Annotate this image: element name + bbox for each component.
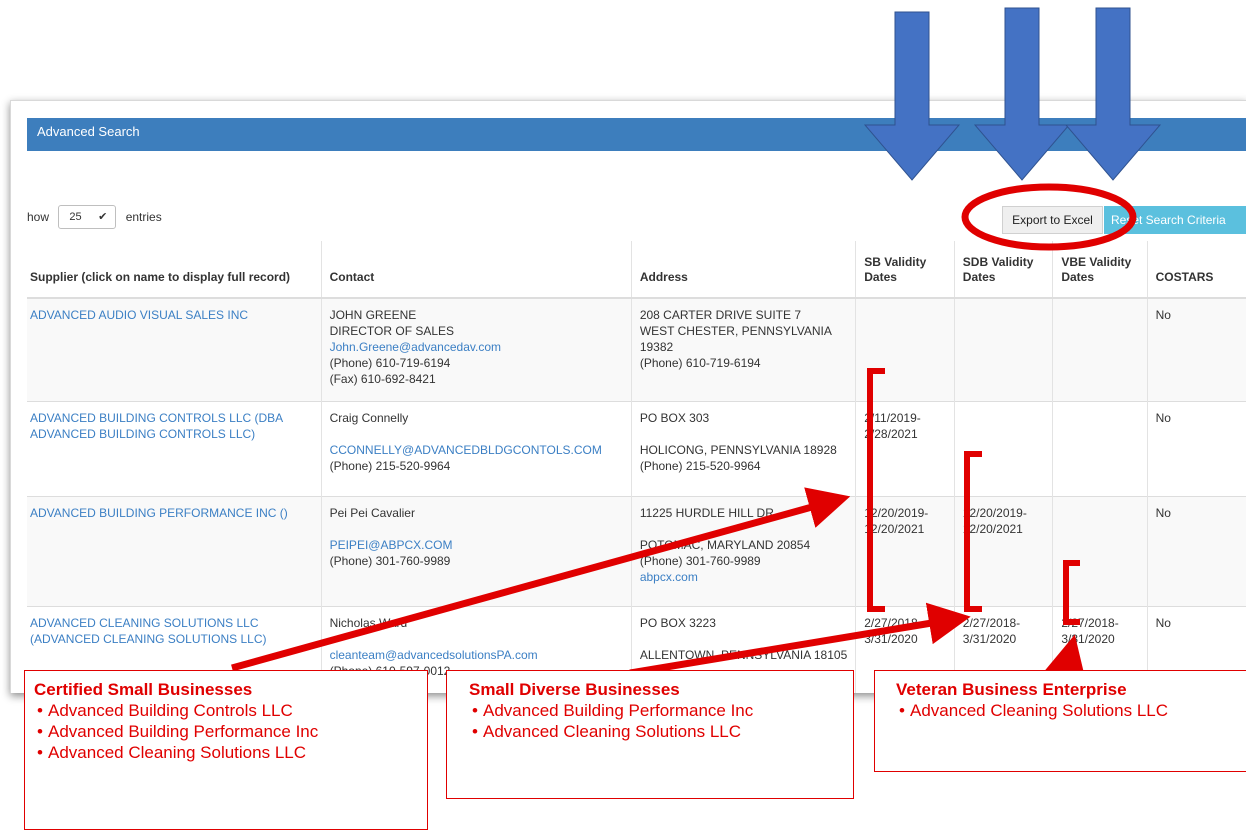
table-row: ADVANCED AUDIO VISUAL SALES INC JOHN GRE… xyxy=(27,297,1246,401)
callout-veteran-business-enterprise: Veteran Business Enterprise • Advanced Cl… xyxy=(874,670,1246,772)
list-item-text: Advanced Building Controls LLC xyxy=(48,701,293,720)
sdb-validity-dates xyxy=(953,297,1053,401)
list-item: • Advanced Building Performance Inc xyxy=(469,700,843,721)
callout-list: • Advanced Building Performance Inc • Adva… xyxy=(469,700,843,742)
page-length-control: how 25 ✔ entries xyxy=(27,205,162,229)
vbe-validity-dates xyxy=(1052,297,1148,401)
contact-email-link[interactable]: cleanteam@advancedsolutionsPA.com xyxy=(330,647,623,663)
costars-value: No xyxy=(1146,297,1246,401)
contact-name: Nicholas Ward xyxy=(329,615,408,630)
contact-phone: (Phone) 215-520-9964 xyxy=(329,458,451,473)
address-city-state: HOLICONG, PENNSYLVANIA 18928 xyxy=(639,442,837,457)
list-item-text: Advanced Building Performance Inc xyxy=(483,701,754,720)
callout-list: • Advanced Building Controls LLC • Advance… xyxy=(34,700,417,763)
address-spacer xyxy=(640,521,847,537)
search-results-screenshot: Advanced Search how 25 ✔ entries Export … xyxy=(10,100,1246,693)
bullet: • xyxy=(899,701,905,720)
list-item-text: Advanced Building Performance Inc xyxy=(48,722,319,741)
callout-title: Certified Small Businesses xyxy=(34,680,253,699)
list-item: • Advanced Cleaning Solutions LLC xyxy=(34,742,417,763)
chevron-down-icon: ✔ xyxy=(98,211,108,223)
column-header-supplier[interactable]: Supplier (click on name to display full … xyxy=(27,241,322,299)
contact-name: Pei Pei Cavalier xyxy=(329,505,415,520)
table-row: ADVANCED BUILDING PERFORMANCE INC () Pei… xyxy=(27,495,1246,606)
contact-email-link[interactable]: PEIPEI@ABPCX.COM xyxy=(330,537,623,553)
column-header-address[interactable]: Address xyxy=(630,241,856,299)
address-phone: (Phone) 301-760-9989 xyxy=(639,553,761,568)
address-phone: (Phone) 215-520-9964 xyxy=(639,458,761,473)
entries-select[interactable]: 25 ✔ xyxy=(58,205,117,229)
address-city-state: POTOMAC, MARYLAND 20854 xyxy=(639,537,811,552)
supplier-link[interactable]: ADVANCED AUDIO VISUAL SALES INC xyxy=(30,308,248,322)
entries-select-value: 25 xyxy=(69,211,82,223)
list-item-text: Advanced Cleaning Solutions LLC xyxy=(48,743,307,762)
callout-certified-small-businesses: Certified Small Businesses • Advanced Bui… xyxy=(24,670,428,830)
sdb-validity-dates: 12/20/2019-12/20/2021 xyxy=(953,495,1053,606)
contact-phone: (Phone) 610-719-6194 xyxy=(329,356,451,370)
contact-name: Craig Connelly xyxy=(329,410,409,425)
bullet: • xyxy=(472,701,478,720)
table-header-row: Supplier (click on name to display full … xyxy=(27,241,1246,299)
column-header-vbe-validity[interactable]: VBE Validity Dates xyxy=(1052,241,1148,299)
contact-email-link[interactable]: John.Greene@advancedav.com xyxy=(330,339,623,355)
costars-value: No xyxy=(1146,495,1246,606)
reset-search-criteria-button[interactable]: Reset Search Criteria xyxy=(1104,206,1246,234)
sb-validity-dates: 2/11/2019-2/28/2021 xyxy=(855,400,955,496)
list-item: • Advanced Cleaning Solutions LLC xyxy=(469,721,843,742)
contact-phone: (Phone) 301-760-9989 xyxy=(329,553,451,568)
column-header-sb-validity[interactable]: SB Validity Dates xyxy=(855,241,955,299)
sb-validity-dates xyxy=(855,297,955,401)
address-line: 11225 HURDLE HILL DR xyxy=(639,505,774,520)
address-line: PO BOX 303 xyxy=(639,410,710,425)
contact-spacer xyxy=(330,631,623,647)
sb-validity-dates: 12/20/2019-12/20/2021 xyxy=(855,495,955,606)
table-row: ADVANCED BUILDING CONTROLS LLC (DBA ADVA… xyxy=(27,400,1246,496)
callout-title: Veteran Business Enterprise xyxy=(896,680,1127,699)
bullet: • xyxy=(37,722,43,741)
callout-small-diverse-businesses: Small Diverse Businesses • Advanced Build… xyxy=(446,670,854,799)
entries-label: entries xyxy=(125,210,162,224)
address-phone: (Phone) 610-719-6194 xyxy=(639,356,761,370)
costars-value: No xyxy=(1146,400,1246,496)
supplier-link[interactable]: ADVANCED BUILDING CONTROLS LLC (DBA ADVA… xyxy=(30,411,283,441)
list-item-text: Advanced Cleaning Solutions LLC xyxy=(483,722,742,741)
address-city-state: ALLENTOWN, PENNSYLVANIA 18105 xyxy=(639,647,848,662)
list-item: • Advanced Building Controls LLC xyxy=(34,700,417,721)
address-line: PO BOX 3223 xyxy=(639,615,716,630)
supplier-link[interactable]: ADVANCED BUILDING PERFORMANCE INC () xyxy=(30,506,288,520)
address-line: 208 CARTER DRIVE SUITE 7 xyxy=(639,308,801,322)
list-item: • Advanced Cleaning Solutions LLC xyxy=(896,700,1236,721)
sdb-validity-dates xyxy=(953,400,1053,496)
callout-list: • Advanced Cleaning Solutions LLC xyxy=(896,700,1236,721)
bullet: • xyxy=(37,701,43,720)
vbe-validity-dates xyxy=(1052,400,1148,496)
website-link[interactable]: abpcx.com xyxy=(640,569,847,585)
supplier-link[interactable]: ADVANCED CLEANING SOLUTIONS LLC (ADVANCE… xyxy=(30,616,267,646)
contact-fax: (Fax) 610-692-8421 xyxy=(329,372,436,386)
column-header-contact[interactable]: Contact xyxy=(320,241,632,299)
contact-spacer xyxy=(330,521,623,537)
contact-name: JOHN GREENE xyxy=(329,308,417,322)
column-header-costars[interactable]: COSTARS xyxy=(1146,241,1246,299)
bullet: • xyxy=(472,722,478,741)
contact-email-link[interactable]: CCONNELLY@ADVANCEDBLDGCONTOLS.COM xyxy=(330,442,623,458)
contact-title: DIRECTOR OF SALES xyxy=(329,324,455,338)
results-table: Supplier (click on name to display full … xyxy=(27,241,1246,693)
bullet: • xyxy=(37,743,43,762)
export-to-excel-button[interactable]: Export to Excel xyxy=(1002,206,1103,234)
address-spacer xyxy=(640,631,847,647)
address-city-state: WEST CHESTER, PENNSYLVANIA 19382 xyxy=(639,324,832,354)
contact-spacer xyxy=(330,426,623,442)
column-header-sdb-validity[interactable]: SDB Validity Dates xyxy=(953,241,1053,299)
show-label: how xyxy=(27,210,50,224)
list-item-text: Advanced Cleaning Solutions LLC xyxy=(910,701,1169,720)
callout-title: Small Diverse Businesses xyxy=(469,680,680,699)
vbe-validity-dates xyxy=(1052,495,1148,606)
list-item: • Advanced Building Performance Inc xyxy=(34,721,417,742)
address-spacer xyxy=(640,426,847,442)
panel-title: Advanced Search xyxy=(27,118,1246,151)
